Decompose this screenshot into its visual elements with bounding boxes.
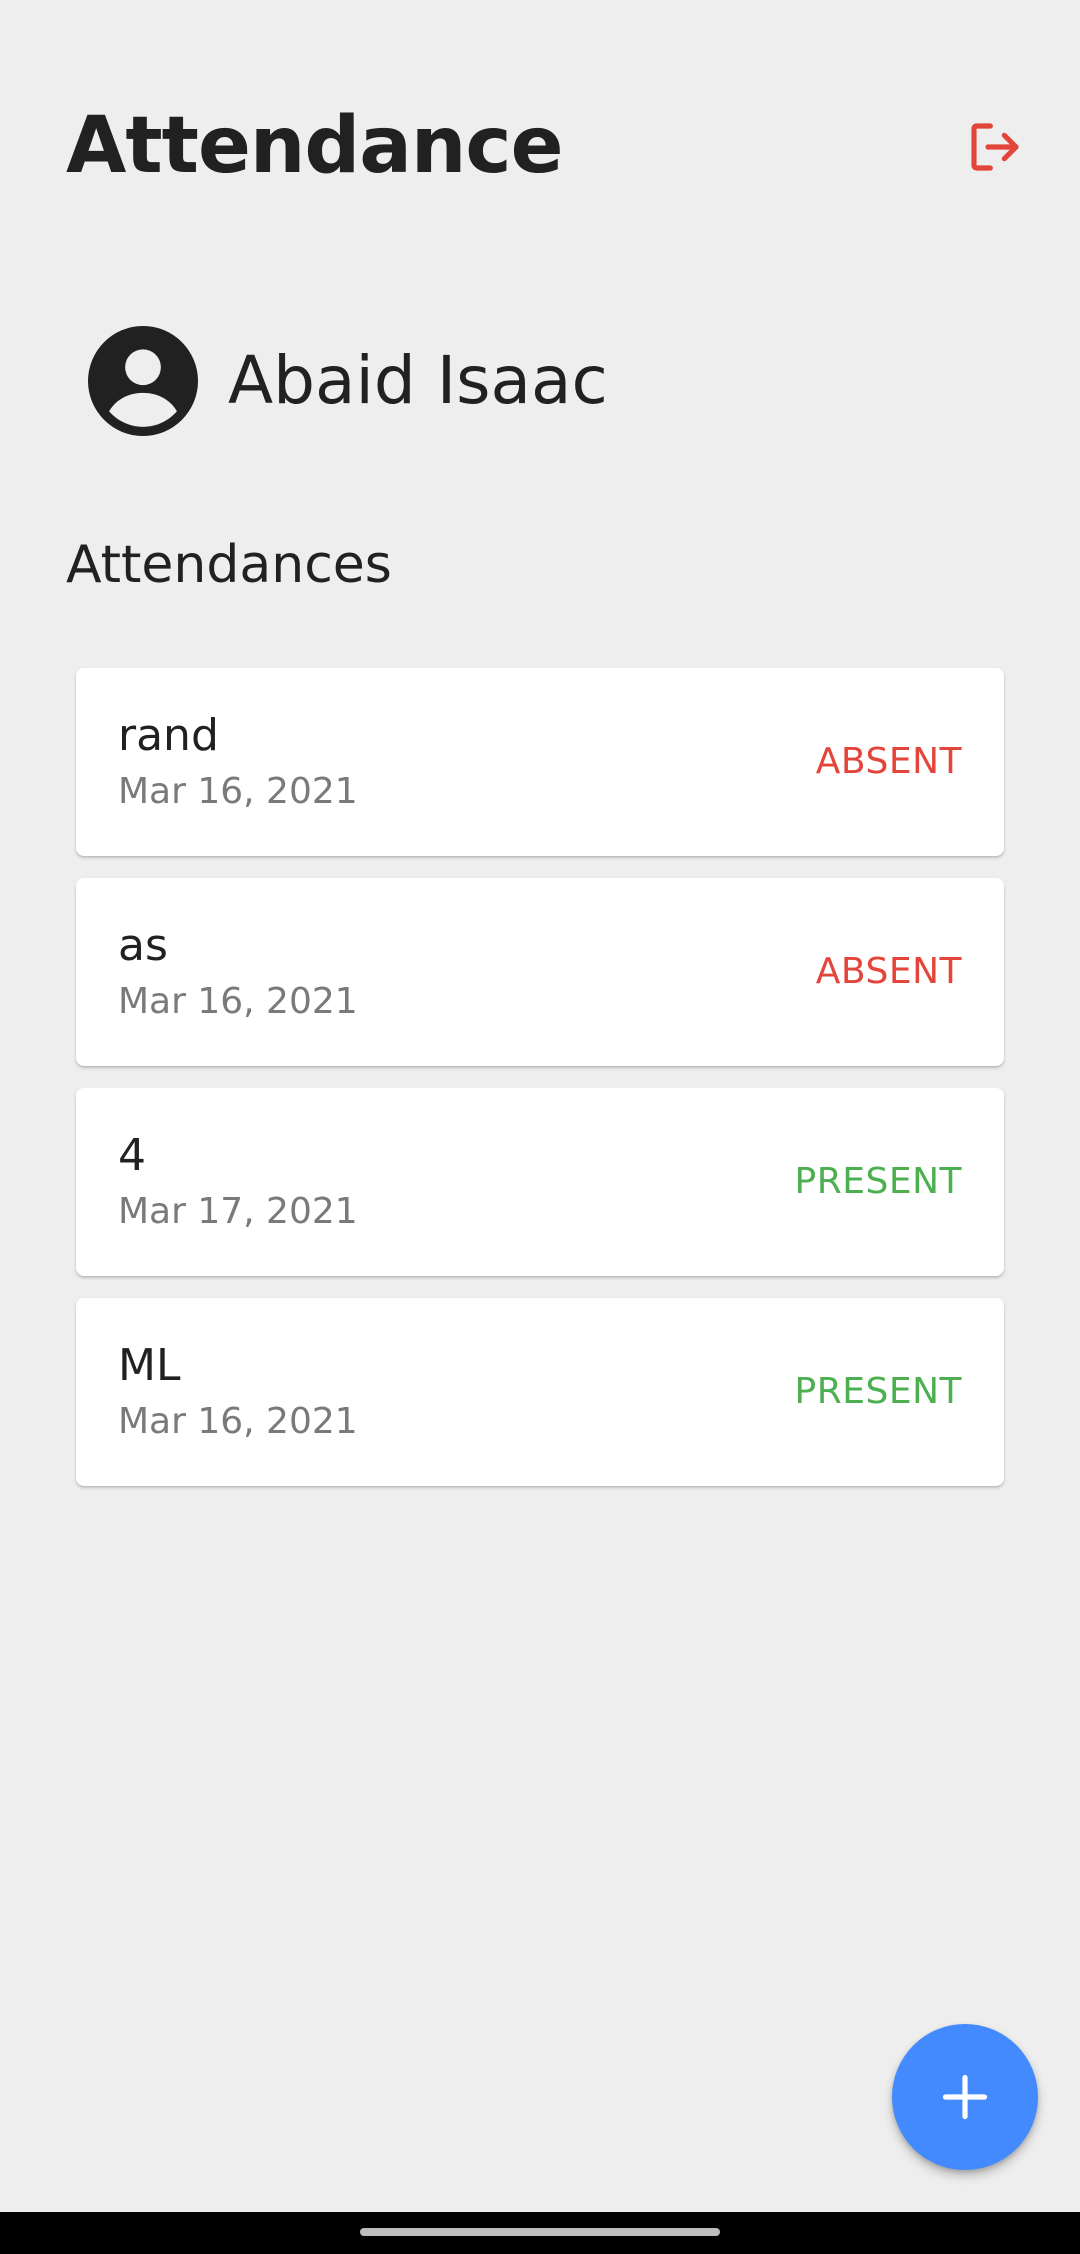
section-title: Attendances (66, 535, 392, 595)
attendance-title: rand (118, 710, 219, 761)
attendance-date: Mar 16, 2021 (118, 1401, 358, 1442)
account-circle-icon (88, 326, 198, 436)
attendance-date: Mar 16, 2021 (118, 981, 358, 1022)
attendance-card[interactable]: 4 Mar 17, 2021 PRESENT (76, 1088, 1004, 1276)
attendance-title: as (118, 920, 168, 971)
user-name: Abaid Isaac (228, 342, 608, 419)
user-profile: Abaid Isaac (88, 326, 608, 436)
attendance-date: Mar 17, 2021 (118, 1191, 358, 1232)
attendance-list: rand Mar 16, 2021 ABSENT as Mar 16, 2021… (76, 668, 1004, 1508)
attendance-status: PRESENT (794, 1371, 962, 1412)
attendance-date: Mar 16, 2021 (118, 771, 358, 812)
app-header: Attendance (0, 0, 1080, 260)
attendance-card[interactable]: as Mar 16, 2021 ABSENT (76, 878, 1004, 1066)
attendance-title: ML (118, 1340, 181, 1391)
system-navigation-bar (0, 2212, 1080, 2254)
attendance-title: 4 (118, 1130, 146, 1181)
page-title: Attendance (66, 101, 564, 191)
attendance-status: ABSENT (815, 741, 962, 782)
logout-button[interactable] (964, 116, 1026, 178)
logout-icon (971, 123, 1019, 171)
add-attendance-button[interactable] (892, 2024, 1038, 2170)
attendance-card[interactable]: rand Mar 16, 2021 ABSENT (76, 668, 1004, 856)
plus-icon (942, 2074, 988, 2120)
attendance-status: ABSENT (815, 951, 962, 992)
attendance-card[interactable]: ML Mar 16, 2021 PRESENT (76, 1298, 1004, 1486)
attendance-status: PRESENT (794, 1161, 962, 1202)
home-indicator[interactable] (360, 2228, 720, 2236)
